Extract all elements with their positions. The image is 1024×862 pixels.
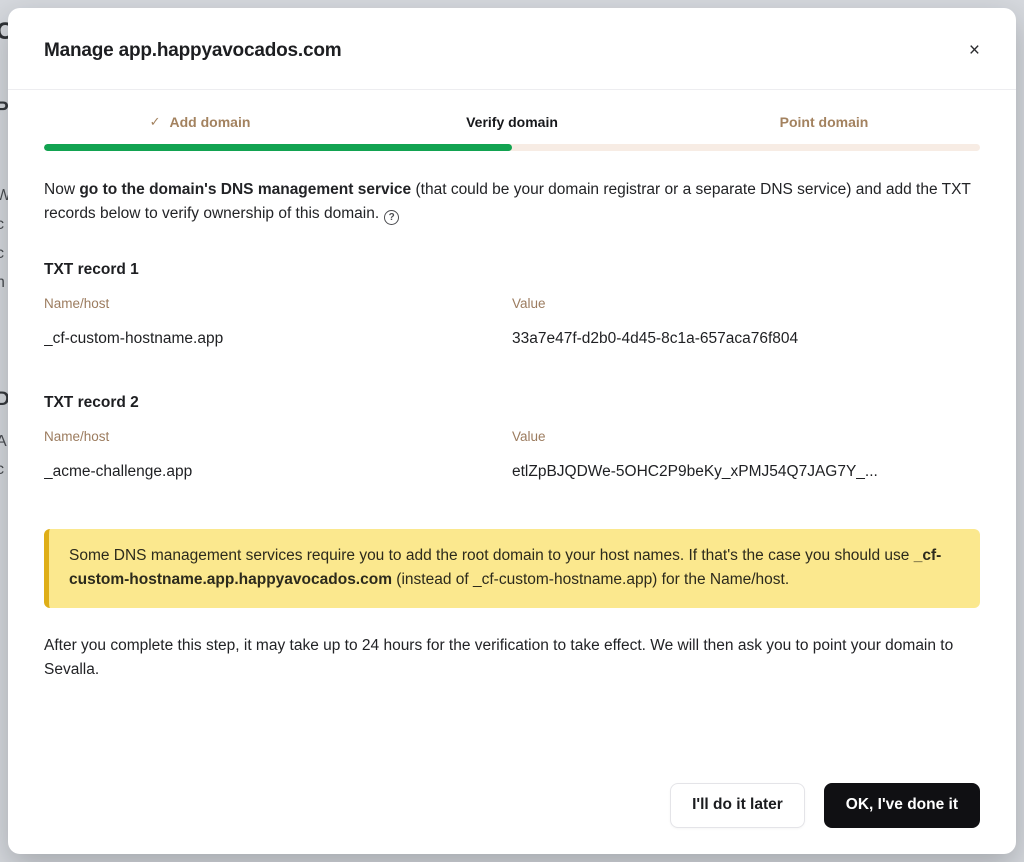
name-host-column-header: Name/host (44, 429, 512, 444)
backdrop-letter: c (0, 217, 4, 233)
do-it-later-button[interactable]: I'll do it later (670, 783, 805, 828)
dns-root-domain-warning: Some DNS management services require you… (44, 529, 980, 608)
progress-fill (44, 144, 512, 151)
value-column-header: Value (512, 429, 980, 444)
backdrop-letter: h (0, 275, 5, 291)
modal-actions: I'll do it later OK, I've done it (44, 783, 980, 854)
name-host-column-header: Name/host (44, 296, 512, 311)
backdrop-letter: c (0, 462, 4, 478)
progress-bar-track (44, 144, 980, 151)
instructions-paragraph: Now go to the domain's DNS management se… (44, 178, 980, 225)
record-table: Name/host Value _acme-challenge.app etlZ… (44, 429, 980, 481)
warning-text: (instead of _cf-custom-hostname.app) for… (392, 571, 789, 588)
modal-title: Manage app.happyavocados.com (44, 40, 341, 62)
help-icon[interactable]: ? (384, 210, 399, 225)
record-name-value: _cf-custom-hostname.app (44, 330, 512, 348)
step-add-domain: ✓ Add domain (44, 114, 356, 130)
backdrop-letter: A (0, 434, 7, 450)
stepper-labels: ✓ Add domain Verify domain Point domain (44, 114, 980, 130)
record-name-value: _acme-challenge.app (44, 463, 512, 481)
intro-bold-text: go to the domain's DNS management servic… (79, 181, 411, 198)
manage-domain-modal: Manage app.happyavocados.com × ✓ Add dom… (8, 8, 1016, 854)
step-point-domain: Point domain (668, 114, 980, 130)
txt-record-2: TXT record 2 Name/host Value _acme-chall… (44, 394, 980, 481)
step-label: Point domain (780, 114, 869, 130)
warning-text: Some DNS management services require you… (69, 547, 914, 564)
record-value-value: 33a7e47f-d2b0-4d45-8c1a-657aca76f804 (512, 330, 980, 348)
record-value-value: etlZpBJQDWe-5OHC2P9beKy_xPMJ54Q7JAG7Y_..… (512, 463, 980, 481)
modal-header: Manage app.happyavocados.com × (8, 8, 1016, 90)
close-icon[interactable]: × (963, 35, 986, 66)
record-table: Name/host Value _cf-custom-hostname.app … (44, 296, 980, 348)
record-heading: TXT record 2 (44, 394, 980, 412)
step-verify-domain: Verify domain (356, 114, 668, 130)
modal-body: ✓ Add domain Verify domain Point domain … (8, 90, 1016, 854)
step-label: Add domain (170, 114, 251, 130)
value-column-header: Value (512, 296, 980, 311)
domain-setup-stepper: ✓ Add domain Verify domain Point domain (44, 114, 980, 151)
ok-done-button[interactable]: OK, I've done it (824, 783, 980, 828)
check-icon: ✓ (150, 114, 161, 130)
txt-record-1: TXT record 1 Name/host Value _cf-custom-… (44, 261, 980, 348)
backdrop-letter: c (0, 246, 4, 262)
record-heading: TXT record 1 (44, 261, 980, 279)
step-label: Verify domain (466, 114, 558, 130)
intro-text: Now (44, 181, 79, 198)
verification-delay-note: After you complete this step, it may tak… (44, 634, 980, 682)
